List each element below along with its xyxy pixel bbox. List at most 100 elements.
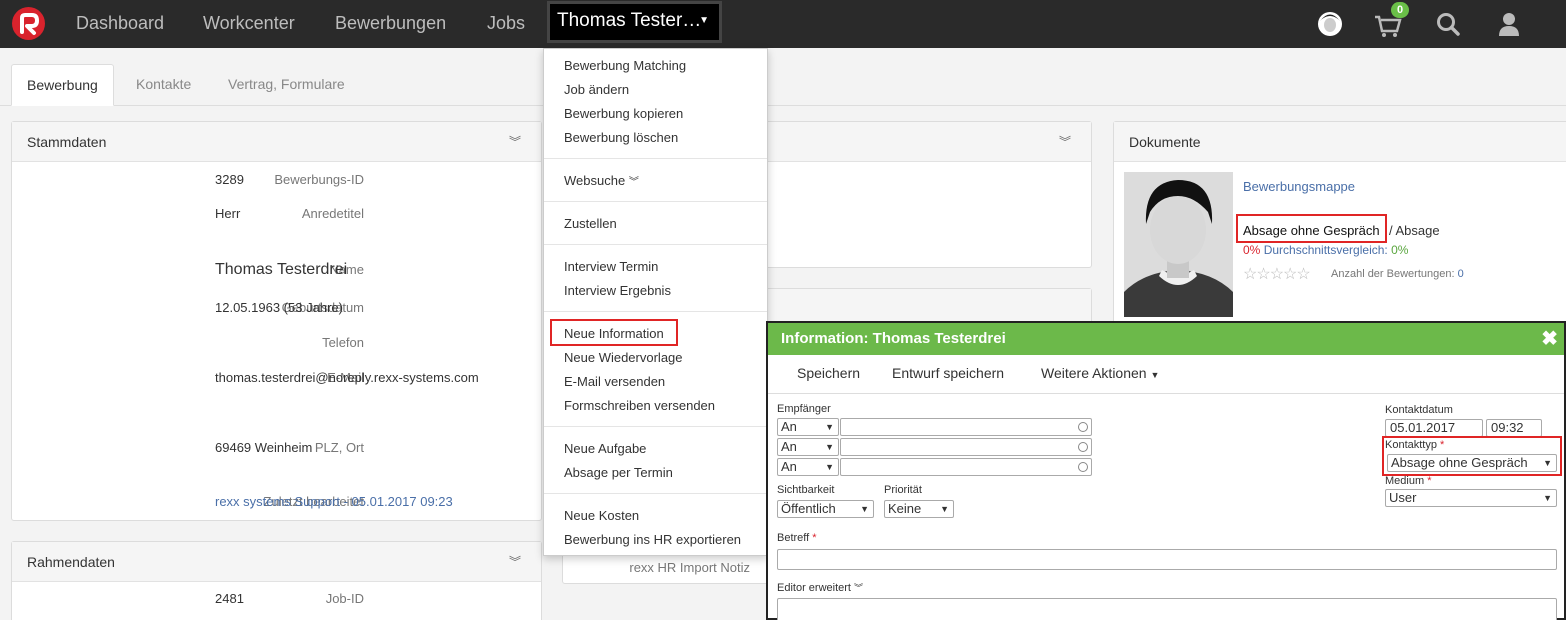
- candidate-menu-label: Thomas Tester…: [557, 10, 702, 31]
- label-telefon: Telefon: [322, 335, 364, 350]
- status-highlight-box: [1236, 214, 1387, 243]
- prioritaet-label: Priorität: [884, 484, 922, 496]
- rahmendaten-header[interactable]: Rahmendaten ︾: [12, 542, 541, 582]
- menu-bewerbung-kopieren[interactable]: Bewerbung kopieren: [564, 106, 683, 121]
- kontaktzeit-input[interactable]: 09:32: [1486, 419, 1542, 437]
- recipient-input-3[interactable]: [840, 458, 1092, 476]
- menu-email-versenden[interactable]: E-Mail versenden: [564, 374, 665, 389]
- nav-workcenter[interactable]: Workcenter: [203, 0, 295, 48]
- menu-absage-per-termin[interactable]: Absage per Termin: [564, 465, 673, 480]
- durchschnittsvergleich-link[interactable]: Durchschnittsvergleich:: [1264, 243, 1388, 257]
- lookup-circle-icon[interactable]: [1078, 442, 1088, 452]
- betreff-label-text: Betreff: [777, 532, 810, 544]
- recipient-type-value: An: [781, 419, 797, 434]
- required-marker: *: [1427, 475, 1432, 487]
- nav-dashboard[interactable]: Dashboard: [76, 0, 164, 48]
- toolbar-divider: [768, 393, 1564, 394]
- import-note-row: rexx HR Import Notiz: [562, 552, 766, 584]
- user-icon[interactable]: [1496, 9, 1522, 39]
- label-plz-ort: PLZ, Ort: [314, 440, 364, 455]
- menu-divider: [544, 158, 767, 159]
- lookup-circle-icon[interactable]: [1078, 462, 1088, 472]
- weitere-aktionen-button[interactable]: Weitere Aktionen ▼: [1041, 365, 1159, 381]
- caret-down-icon: ▼: [825, 462, 834, 472]
- sichtbarkeit-value: Öffentlich: [781, 501, 836, 516]
- menu-bewerbung-hr-exportieren[interactable]: Bewerbung ins HR exportieren: [564, 532, 741, 547]
- collapse-chevron-icon[interactable]: ︾: [1059, 122, 1071, 162]
- caret-down-icon: ▼: [825, 422, 834, 432]
- tab-kontakte[interactable]: Kontakte: [121, 64, 206, 106]
- lookup-circle-icon[interactable]: [1078, 422, 1088, 432]
- required-marker: *: [812, 532, 817, 544]
- close-icon[interactable]: ✖: [1541, 323, 1558, 355]
- speichern-button[interactable]: Speichern: [797, 365, 860, 381]
- collapse-chevron-icon[interactable]: ︾: [509, 122, 521, 162]
- value-anredetitel: Herr: [215, 206, 241, 221]
- stammdaten-header[interactable]: Stammdaten ︾: [12, 122, 541, 162]
- label-bewerbungs-id: Bewerbungs-ID: [274, 172, 364, 187]
- empfaenger-label: Empfänger: [777, 403, 831, 415]
- dialog-header[interactable]: Information: Thomas Testerdrei ✖: [768, 323, 1564, 355]
- recipient-type-value: An: [781, 459, 797, 474]
- menu-job-aendern[interactable]: Job ändern: [564, 82, 629, 97]
- nav-bewerbungen[interactable]: Bewerbungen: [335, 0, 446, 48]
- bewerbungsmappe-link[interactable]: Bewerbungsmappe: [1243, 179, 1355, 194]
- menu-bewerbung-loeschen[interactable]: Bewerbung löschen: [564, 130, 678, 145]
- dialog-title: Information: Thomas Testerdrei: [781, 330, 1006, 347]
- recipient-input-1[interactable]: [840, 418, 1092, 436]
- caret-down-icon: ▼: [940, 504, 949, 514]
- betreff-label: Betreff *: [777, 532, 817, 544]
- menu-highlight-box: [550, 319, 678, 346]
- value-name: Thomas Testerdrei: [215, 261, 348, 278]
- caret-down-icon: ▼: [699, 15, 709, 26]
- recipient-input-2[interactable]: [840, 438, 1092, 456]
- menu-zustellen[interactable]: Zustellen: [564, 216, 617, 231]
- rating-stars-icon[interactable]: ☆☆☆☆☆: [1243, 264, 1311, 284]
- caret-down-icon: ▼: [825, 442, 834, 452]
- tab-bewerbung[interactable]: Bewerbung: [11, 64, 114, 106]
- sichtbarkeit-select[interactable]: Öffentlich ▼: [777, 500, 874, 518]
- compare-value: 0%: [1391, 243, 1409, 257]
- value-zuletzt-bearbeitet[interactable]: rexx systems Support - 05.01.2017 09:23: [215, 494, 453, 509]
- editor-erweitert-label: Editor erweitert: [777, 582, 851, 594]
- support-avatar-icon[interactable]: [1317, 9, 1343, 39]
- prioritaet-value: Keine: [888, 501, 922, 516]
- search-icon[interactable]: [1435, 9, 1461, 39]
- menu-neue-aufgabe[interactable]: Neue Aufgabe: [564, 441, 646, 456]
- cart-count-badge: 0: [1391, 2, 1409, 18]
- menu-interview-termin[interactable]: Interview Termin: [564, 259, 658, 274]
- menu-interview-ergebnis[interactable]: Interview Ergebnis: [564, 283, 671, 298]
- recipient-type-select-3[interactable]: An ▼: [777, 458, 839, 476]
- entwurf-speichern-button[interactable]: Entwurf speichern: [892, 365, 1004, 381]
- medium-value: User: [1389, 490, 1417, 505]
- rexx-logo-icon[interactable]: [12, 7, 45, 40]
- weitere-aktionen-label: Weitere Aktionen: [1041, 365, 1147, 381]
- caret-down-icon: ▼: [1543, 493, 1552, 503]
- menu-bewerbung-matching[interactable]: Bewerbung Matching: [564, 58, 686, 73]
- value-email[interactable]: thomas.testerdrei@noreply.rexx-systems.c…: [215, 370, 479, 385]
- prioritaet-select[interactable]: Keine ▼: [884, 500, 954, 518]
- message-editor[interactable]: [777, 598, 1557, 620]
- recipient-type-select-1[interactable]: An ▼: [777, 418, 839, 436]
- caret-down-icon: ▼: [1150, 370, 1160, 380]
- editor-erweitert-toggle[interactable]: Editor erweitert ︾: [777, 581, 863, 594]
- menu-websuche[interactable]: Websuche ︾: [564, 173, 639, 188]
- double-chevron-down-icon: ︾: [854, 583, 864, 593]
- menu-formschreiben-versenden[interactable]: Formschreiben versenden: [564, 398, 715, 413]
- menu-divider: [544, 244, 767, 245]
- nav-jobs[interactable]: Jobs: [487, 0, 525, 48]
- candidate-menu-button[interactable]: Thomas Tester… ▼: [547, 1, 722, 43]
- recipient-type-select-2[interactable]: An ▼: [777, 438, 839, 456]
- tab-vertrag-formulare[interactable]: Vertrag, Formulare: [213, 64, 360, 106]
- menu-neue-wiedervorlage[interactable]: Neue Wiedervorlage: [564, 350, 683, 365]
- value-job-id: 2481: [215, 591, 244, 606]
- double-chevron-down-icon: ︾: [628, 177, 639, 188]
- candidate-photo[interactable]: [1124, 172, 1233, 317]
- value-bewerbungs-id: 3289: [215, 172, 244, 187]
- menu-divider: [544, 426, 767, 427]
- collapse-chevron-icon[interactable]: ︾: [509, 542, 521, 582]
- medium-select[interactable]: User ▼: [1385, 489, 1557, 507]
- betreff-input[interactable]: [777, 549, 1557, 570]
- menu-neue-kosten[interactable]: Neue Kosten: [564, 508, 639, 523]
- kontaktdatum-input[interactable]: 05.01.2017: [1385, 419, 1483, 437]
